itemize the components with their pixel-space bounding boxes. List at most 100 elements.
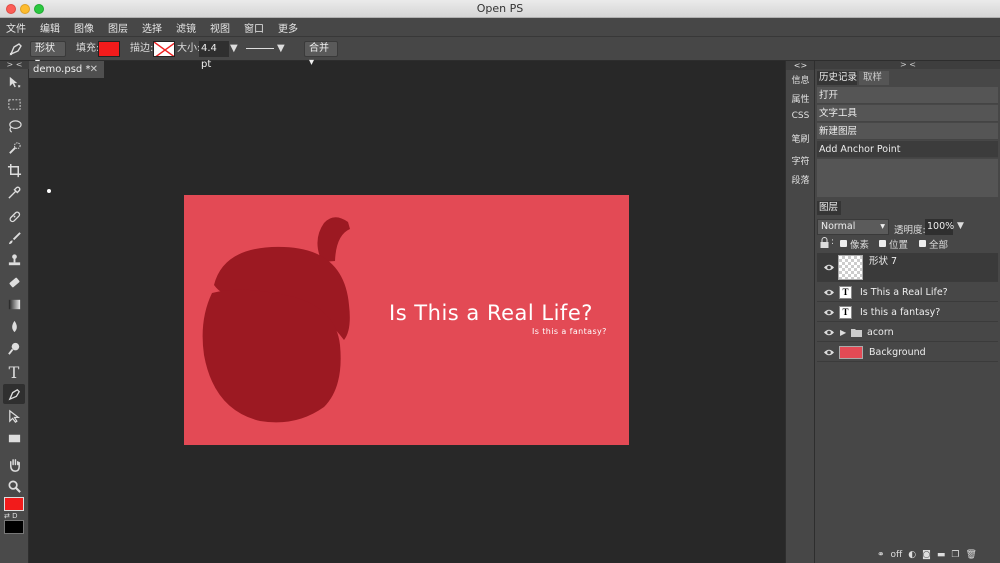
document-canvas[interactable]: Is This a Real Life? Is this a fantasy?	[184, 195, 629, 445]
visibility-eye-icon[interactable]	[823, 262, 835, 273]
stroke-style-preview[interactable]	[246, 48, 274, 49]
panel-tab-css[interactable]: CSS	[786, 111, 815, 121]
dodge-tool-icon[interactable]	[3, 338, 25, 358]
merge-dropdown[interactable]: 合并 ▾	[304, 41, 338, 68]
crop-tool-icon[interactable]	[3, 160, 25, 180]
layer-row[interactable]: ▶ acorn	[817, 323, 998, 342]
lock-position-label: 位置	[889, 240, 909, 251]
menu-edit[interactable]: 编辑	[40, 20, 60, 35]
headline-text[interactable]: Is This a Real Life?	[389, 301, 593, 325]
layer-row[interactable]: Background	[817, 343, 998, 362]
history-item[interactable]: 文字工具	[817, 105, 998, 122]
blend-mode-dropdown[interactable]: Normal ▾	[817, 219, 889, 235]
panel-tab-character[interactable]: 字符	[786, 154, 815, 167]
clone-stamp-tool-icon[interactable]	[3, 250, 25, 270]
stroke-label: 描边:	[130, 43, 154, 54]
tab-layers[interactable]: 图层	[817, 201, 841, 215]
minimize-window-button[interactable]	[20, 4, 30, 14]
right-panel-collapse-toggle[interactable]: > <	[815, 61, 1000, 69]
panel-tab-paragraph[interactable]: 段落	[786, 173, 815, 186]
side-panel-collapse-toggle[interactable]: <>	[786, 61, 815, 70]
adjustment-layer-icon[interactable]: ◐	[908, 550, 916, 560]
tab-sample[interactable]: 取样	[859, 71, 889, 85]
blur-tool-icon[interactable]	[3, 316, 25, 336]
lasso-tool-icon[interactable]	[3, 116, 25, 136]
document-tab[interactable]: demo.psd * ✕	[29, 61, 104, 78]
text-layer-icon: T	[839, 306, 852, 319]
effects-off-label[interactable]: off	[891, 550, 903, 560]
panel-tab-info[interactable]: 信息	[786, 73, 815, 86]
menu-more[interactable]: 更多	[278, 20, 298, 35]
toolbox-collapse-toggle[interactable]: > <	[0, 61, 29, 69]
foreground-color-swatch[interactable]	[4, 497, 24, 511]
history-item[interactable]: 新建图层	[817, 123, 998, 140]
hand-tool-icon[interactable]	[3, 454, 25, 474]
lock-all-checkbox[interactable]	[919, 240, 926, 247]
menu-image[interactable]: 图像	[74, 20, 94, 35]
quick-select-tool-icon[interactable]	[3, 138, 25, 158]
background-thumbnail	[839, 346, 863, 359]
menu-select[interactable]: 选择	[142, 20, 162, 35]
healing-brush-tool-icon[interactable]	[3, 206, 25, 226]
layer-row[interactable]: T Is This a Real Life?	[817, 283, 998, 302]
layer-thumbnail	[838, 255, 863, 280]
lock-all-label: 全部	[929, 240, 949, 251]
opacity-dropdown-arrow[interactable]: ▼	[957, 221, 964, 231]
merge-value: 合并	[309, 43, 329, 54]
link-layers-icon[interactable]: ⚭	[877, 550, 885, 560]
panel-tab-properties[interactable]: 属性	[786, 92, 815, 105]
menu-view[interactable]: 视图	[210, 20, 230, 35]
new-layer-icon[interactable]: ❐	[951, 550, 959, 560]
eraser-tool-icon[interactable]	[3, 272, 25, 292]
subline-text[interactable]: Is this a fantasy?	[532, 327, 607, 336]
rectangle-tool-icon[interactable]	[3, 428, 25, 448]
size-dropdown-arrow[interactable]: ▼	[230, 41, 238, 57]
layer-row[interactable]: T Is this a fantasy?	[817, 303, 998, 322]
lock-pixels-checkbox[interactable]	[840, 240, 847, 247]
visibility-eye-icon[interactable]	[823, 287, 835, 298]
lock-position-checkbox[interactable]	[879, 240, 886, 247]
fill-label: 填充:	[76, 43, 100, 54]
visibility-eye-icon[interactable]	[823, 307, 835, 318]
add-mask-icon[interactable]: ◙	[922, 550, 931, 560]
menu-file[interactable]: 文件	[6, 20, 26, 35]
move-tool-icon[interactable]	[3, 72, 25, 92]
window-titlebar: Open PS	[0, 0, 1000, 18]
maximize-window-button[interactable]	[34, 4, 44, 14]
visibility-eye-icon[interactable]	[823, 327, 835, 338]
new-group-icon[interactable]: ▬	[937, 550, 946, 560]
marquee-tool-icon[interactable]	[3, 94, 25, 114]
eyedropper-tool-icon[interactable]	[3, 182, 25, 202]
panel-tab-brush[interactable]: 笔刷	[786, 132, 815, 145]
tab-history[interactable]: 历史记录	[817, 71, 857, 85]
opacity-input[interactable]: 100%	[925, 219, 954, 235]
size-input[interactable]: 4.4 pt	[199, 41, 229, 70]
visibility-eye-icon[interactable]	[823, 347, 835, 358]
background-color-swatch[interactable]	[4, 520, 24, 534]
expand-arrow-icon[interactable]: ▶	[840, 323, 846, 342]
layer-name: Is This a Real Life?	[860, 287, 948, 298]
path-select-tool-icon[interactable]	[3, 406, 25, 426]
layer-name: 形状 7	[869, 256, 898, 267]
layer-row-selected[interactable]: 形状 7	[817, 253, 998, 282]
text-tool-icon[interactable]: T	[3, 362, 25, 382]
zoom-tool-icon[interactable]	[3, 476, 25, 496]
fill-color-swatch[interactable]	[98, 41, 120, 57]
history-item-current[interactable]: Add Anchor Point	[817, 141, 998, 158]
menu-filter[interactable]: 滤镜	[176, 20, 196, 35]
menu-layer[interactable]: 图层	[108, 20, 128, 35]
delete-layer-icon[interactable]: 🗑	[965, 550, 976, 560]
swap-colors-icon[interactable]: ⇄ D	[4, 512, 17, 520]
shape-mode-dropdown[interactable]: 形状 ▾	[30, 41, 66, 68]
brush-tool-icon[interactable]	[3, 228, 25, 248]
blend-mode-value: Normal	[821, 221, 856, 232]
text-layer-icon: T	[839, 286, 852, 299]
close-window-button[interactable]	[6, 4, 16, 14]
stroke-style-arrow[interactable]: ▼	[277, 41, 285, 57]
history-item[interactable]: 打开	[817, 87, 998, 104]
gradient-tool-icon[interactable]	[3, 294, 25, 314]
pen-tool-active-icon[interactable]	[3, 384, 25, 404]
stroke-none-swatch[interactable]	[153, 41, 175, 57]
close-tab-icon[interactable]: ✕	[90, 61, 98, 78]
menu-window[interactable]: 窗口	[244, 20, 264, 35]
